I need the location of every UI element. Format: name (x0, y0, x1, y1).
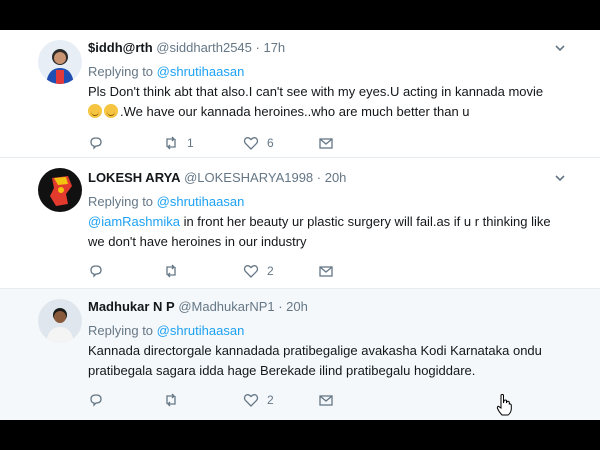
retweet-count: 1 (187, 136, 194, 150)
user-handle[interactable]: @MadhukarNP1 (178, 299, 274, 314)
heart-icon (243, 394, 259, 407)
hand-cursor-icon (496, 394, 512, 416)
heart-icon (243, 265, 259, 278)
display-name[interactable]: Madhukar N P (88, 299, 175, 314)
smirk-emoji-icon (88, 104, 102, 118)
laughing-emoji-icon (104, 104, 118, 118)
tweet-text-line: in front her beauty ur plastic surgery w… (179, 214, 551, 229)
timestamp[interactable]: 20h (286, 299, 308, 314)
heart-icon (243, 137, 259, 150)
separator: · (251, 40, 264, 55)
tweet-2[interactable]: LOKESH ARYA @LOKESHARYA1998 · 20h Replyi… (0, 158, 600, 289)
tweet-header: Madhukar N P @MadhukarNP1 · 20h (88, 299, 308, 314)
separator: · (313, 170, 325, 185)
reply-button[interactable] (88, 134, 104, 152)
retweet-icon (166, 264, 176, 278)
replying-to-link[interactable]: @shrutihaasan (157, 194, 245, 209)
replying-to: Replying to @shrutihaasan (88, 194, 244, 209)
like-button[interactable]: 2 (243, 391, 274, 409)
replying-to: Replying to @shrutihaasan (88, 64, 244, 79)
user-handle[interactable]: @siddharth2545 (156, 40, 252, 55)
like-button[interactable]: 2 (243, 262, 274, 280)
reply-button[interactable] (88, 262, 104, 280)
tweet-header: $iddh@rth @siddharth2545 · 17h (88, 40, 285, 55)
avatar[interactable] (38, 299, 82, 343)
replying-label: Replying to (88, 323, 154, 338)
tweet-text: Kannada directorgale kannadada pratibega… (88, 341, 568, 381)
tweet-text-line: Kannada directorgale kannadada pratibega… (88, 343, 542, 358)
tweet-text-line: pratibegala sagara idda hage Berekade il… (88, 363, 476, 378)
tweet-text-line: .We have our kannada heroines..who are m… (120, 104, 470, 119)
reply-icon (90, 137, 102, 150)
replying-to-link[interactable]: @shrutihaasan (157, 323, 245, 338)
separator: · (274, 299, 287, 314)
tweet-text-line: we don't have heroines in our industry (88, 234, 307, 249)
envelope-icon (319, 266, 333, 277)
direct-message-button[interactable] (318, 262, 334, 280)
retweet-icon (166, 136, 176, 150)
like-button[interactable]: 6 (243, 134, 274, 152)
tweet-header: LOKESH ARYA @LOKESHARYA1998 · 20h (88, 170, 346, 185)
display-name[interactable]: $iddh@rth (88, 40, 153, 55)
display-name[interactable]: LOKESH ARYA (88, 170, 180, 185)
like-count: 6 (267, 136, 274, 150)
retweet-button[interactable]: 1 (163, 134, 194, 152)
replying-label: Replying to (88, 194, 154, 209)
reply-button[interactable] (88, 391, 104, 409)
reply-icon (90, 394, 102, 407)
tweet-text: @iamRashmika in front her beauty ur plas… (88, 212, 568, 252)
replying-label: Replying to (88, 64, 154, 79)
tweet-thread: $iddh@rth @siddharth2545 · 17h Replying … (0, 30, 600, 420)
like-count: 2 (267, 393, 274, 407)
envelope-icon (319, 395, 333, 406)
tweet-text-line: Pls Don't think abt that also.I can't se… (88, 84, 544, 99)
chevron-down-icon[interactable] (554, 42, 566, 54)
timestamp[interactable]: 17h (263, 40, 285, 55)
tweet-text: Pls Don't think abt that also.I can't se… (88, 82, 568, 122)
chevron-down-icon[interactable] (554, 172, 566, 184)
timestamp[interactable]: 20h (325, 170, 347, 185)
retweet-button[interactable] (163, 391, 187, 409)
user-handle[interactable]: @LOKESHARYA1998 (184, 170, 313, 185)
mention-link[interactable]: @iamRashmika (88, 214, 180, 229)
replying-to-link[interactable]: @shrutihaasan (157, 64, 245, 79)
retweet-icon (166, 393, 176, 407)
like-count: 2 (267, 264, 274, 278)
envelope-icon (319, 138, 333, 149)
reply-icon (90, 265, 102, 278)
retweet-button[interactable] (163, 262, 187, 280)
avatar[interactable] (38, 40, 82, 84)
replying-to: Replying to @shrutihaasan (88, 323, 244, 338)
tweet-1[interactable]: $iddh@rth @siddharth2545 · 17h Replying … (0, 30, 600, 158)
direct-message-button[interactable] (318, 134, 334, 152)
direct-message-button[interactable] (318, 391, 334, 409)
avatar[interactable] (38, 168, 82, 212)
